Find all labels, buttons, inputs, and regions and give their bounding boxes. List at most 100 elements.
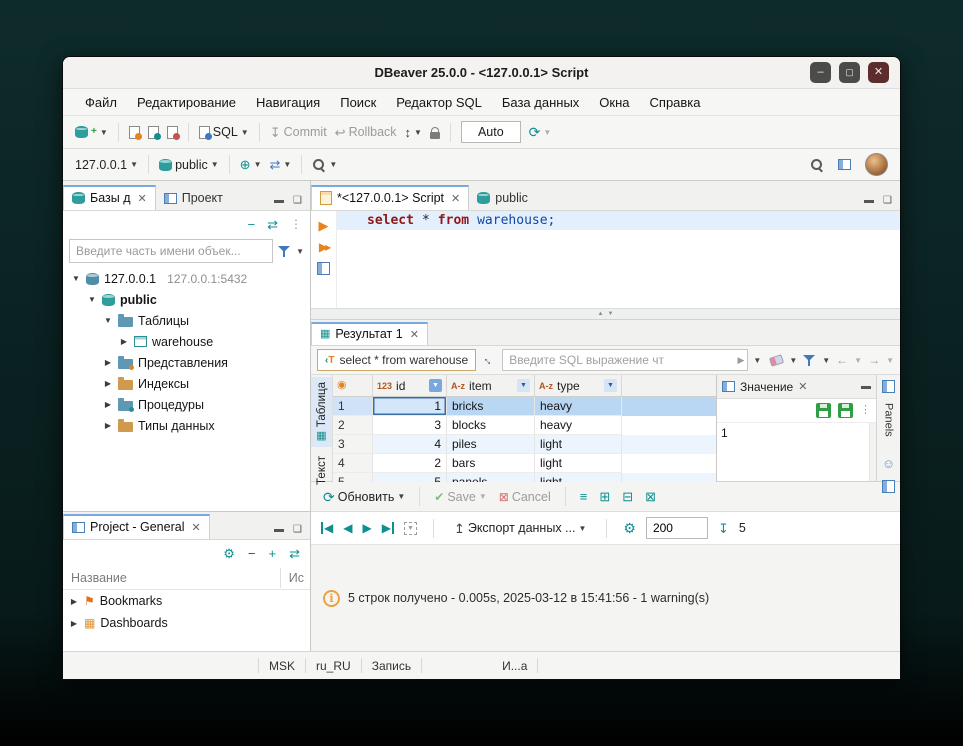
task-indicator[interactable]: И...а (502, 659, 527, 673)
menu-help[interactable]: Справка (640, 91, 711, 114)
menu-navigate[interactable]: Навигация (246, 91, 330, 114)
sql-editor-dropdown[interactable]: SQL ▼ (195, 122, 253, 142)
value-menu-icon[interactable]: ⋮ (860, 405, 871, 416)
fetch-all-icon[interactable]: ▼ (404, 522, 417, 535)
value-scrollbar[interactable] (869, 423, 876, 481)
cell-type[interactable]: heavy (535, 397, 622, 416)
auto-refresh-dropdown[interactable]: ⟳ ▼ (525, 122, 556, 142)
menu-window[interactable]: Окна (589, 91, 639, 114)
chevron-down-icon[interactable]: ▼ (397, 492, 405, 501)
cell-type[interactable]: light (535, 454, 622, 473)
splitter-down-icon[interactable]: ▼ (608, 311, 614, 317)
expander-icon[interactable]: ▶ (119, 337, 129, 346)
maximize-button[interactable]: ▢ (839, 62, 860, 83)
column-header-id[interactable]: 123 id ▼ (373, 375, 447, 396)
refresh-button[interactable]: ⟳ Обновить ▼ (319, 487, 409, 507)
fetch-size-input[interactable] (646, 517, 708, 539)
collapse-icon[interactable]: − (248, 547, 256, 560)
row-number-cell[interactable]: 4 (333, 454, 373, 473)
column-source-header[interactable]: Ис (280, 568, 310, 588)
rollback-button[interactable]: ↩ Rollback (331, 122, 401, 142)
grid-corner-cell[interactable]: ◉ (333, 375, 373, 396)
minimize-panel-icon[interactable]: ▬ (274, 524, 284, 535)
tab-project[interactable]: Проект (156, 185, 231, 210)
history-forward-icon[interactable]: → (868, 354, 880, 366)
link-icon[interactable]: ⇄ (289, 547, 300, 560)
user-avatar[interactable] (865, 153, 888, 176)
explain-plan-icon[interactable] (317, 262, 330, 275)
tree-item-warehouse-table[interactable]: ▶ warehouse (63, 331, 310, 352)
cell-id[interactable]: 1 (373, 397, 447, 416)
tree-item-tables-folder[interactable]: ▼ Таблицы (63, 310, 310, 331)
maximize-panel-icon[interactable]: ❑ (293, 524, 302, 535)
cell-type[interactable]: light (535, 435, 622, 454)
link-with-editor-icon[interactable]: ⇄ (267, 218, 278, 231)
close-icon[interactable]: ✕ (410, 328, 419, 341)
expand-filter-icon[interactable]: ↔ (480, 351, 498, 369)
prev-page-icon[interactable]: ◀ (343, 522, 352, 534)
save-value-icon[interactable] (816, 403, 831, 418)
cell-id[interactable]: 3 (373, 416, 447, 435)
transaction-mode-dropdown[interactable]: ↕ ▼ (401, 123, 426, 142)
close-icon[interactable]: ✕ (191, 521, 200, 534)
filter-icon[interactable] (803, 354, 816, 367)
maximize-panel-icon[interactable]: ❑ (883, 195, 892, 206)
close-icon[interactable]: ✕ (451, 192, 460, 205)
maximize-panel-icon[interactable]: ❑ (293, 195, 302, 206)
autocommit-select[interactable]: Auto (461, 121, 521, 143)
menu-file[interactable]: Файл (75, 91, 127, 114)
locale-indicator[interactable]: ru_RU (316, 659, 351, 673)
expander-icon[interactable]: ▶ (103, 400, 113, 409)
value-view-icon[interactable] (882, 480, 895, 493)
cell-id[interactable]: 2 (373, 454, 447, 473)
cell-id[interactable]: 4 (373, 435, 447, 454)
gear-icon[interactable]: ⚙ (623, 521, 636, 535)
execute-statement-icon[interactable]: ▶ (319, 219, 329, 232)
metadata-smiley-icon[interactable]: ☺ (882, 457, 895, 470)
chevron-down-icon[interactable]: ▼ (789, 356, 797, 365)
last-page-icon[interactable]: ▶ (382, 522, 394, 534)
next-page-icon[interactable]: ▶ (362, 522, 371, 534)
sort-dropdown-icon[interactable]: ▼ (429, 379, 442, 392)
delete-row-icon[interactable]: ⊠ (641, 490, 660, 503)
chevron-down-icon[interactable]: ▼ (296, 247, 304, 256)
tree-item-datatypes-folder[interactable]: ▶ Типы данных (63, 415, 310, 436)
save-value-to-file-icon[interactable] (838, 403, 853, 418)
tree-item-views-folder[interactable]: ▶ Представления (63, 352, 310, 373)
tab-sql-script[interactable]: *<127.0.0.1> Script ✕ (311, 185, 469, 210)
expand-icon[interactable]: + (269, 547, 277, 560)
row-count-icon[interactable]: ↧ (718, 522, 729, 535)
minimize-panel-icon[interactable]: ▬ (861, 381, 871, 392)
close-icon[interactable]: ✕ (138, 192, 147, 205)
object-search-dropdown[interactable]: ▼ (308, 155, 341, 175)
tab-databases[interactable]: Базы д ✕ (63, 185, 156, 210)
tree-item-indexes-folder[interactable]: ▶ Индексы (63, 373, 310, 394)
query-reference[interactable]: ‹T select * from warehouse (317, 349, 476, 371)
tree-item-procedures-folder[interactable]: ▶ Процедуры (63, 394, 310, 415)
minimize-panel-icon[interactable]: ▬ (864, 195, 874, 206)
tree-item-server[interactable]: ▼ 127.0.0.1 127.0.0.1:5432 (63, 268, 310, 289)
network-profile-dropdown[interactable]: ⊕ ▼ (236, 155, 266, 174)
history-back-icon[interactable]: ← (836, 354, 848, 366)
editor-results-splitter[interactable]: ▲ ▼ (311, 308, 900, 320)
add-row-icon[interactable]: ⊞ (595, 490, 614, 503)
sql-current-line[interactable]: select * from warehouse; (337, 211, 900, 230)
menu-sql-editor[interactable]: Редактор SQL (386, 91, 492, 114)
expander-icon[interactable]: ▶ (103, 379, 113, 388)
cell-item[interactable]: bricks (447, 397, 535, 416)
cell-item[interactable]: blocks (447, 416, 535, 435)
tab-public[interactable]: public (469, 185, 536, 210)
tree-item-schema[interactable]: ▼ public (63, 289, 310, 310)
column-header-type[interactable]: A-z type ▼ (535, 375, 622, 396)
connection-selector[interactable]: 127.0.0.1 ▼ (71, 155, 142, 175)
column-header-item[interactable]: A-z item ▼ (447, 375, 535, 396)
edit-value-icon[interactable]: ≡ (576, 490, 592, 503)
menu-edit[interactable]: Редактирование (127, 91, 246, 114)
panels-icon[interactable] (882, 380, 895, 393)
value-content[interactable]: 1 (717, 423, 869, 481)
info-icon[interactable] (323, 590, 340, 607)
row-number-cell[interactable]: 2 (333, 416, 373, 435)
minimize-button[interactable]: – (810, 62, 831, 83)
transaction-lock-button[interactable] (426, 123, 444, 142)
close-button[interactable]: ✕ (868, 62, 889, 83)
